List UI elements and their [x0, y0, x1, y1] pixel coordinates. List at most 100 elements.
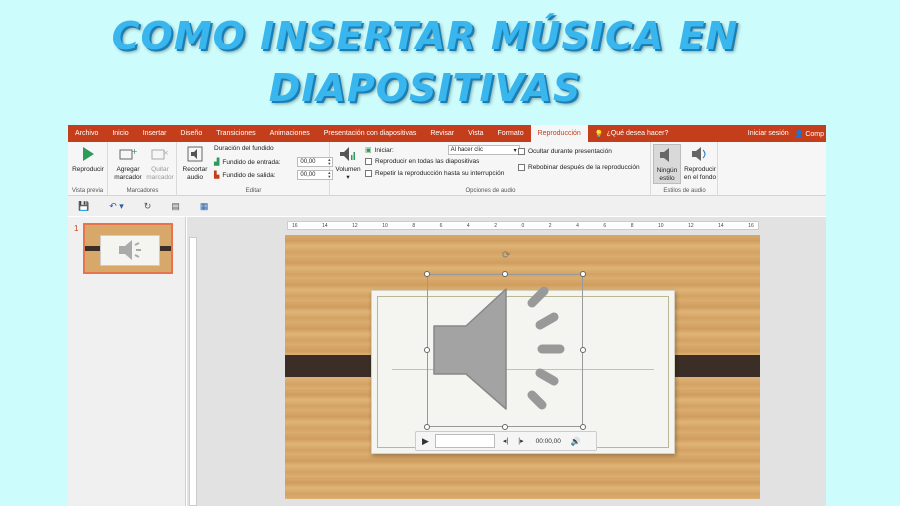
ruler-tick-label: 12 [352, 223, 358, 229]
add-bookmark-button[interactable]: + Agregar marcador [112, 144, 144, 182]
rewind-row: Rebobinar después de la reproducción [518, 164, 640, 171]
ruler-tick-label: 16 [748, 223, 754, 229]
no-style-label-2: estilo [659, 175, 675, 182]
background-audio-icon [690, 144, 710, 164]
trim-audio-button[interactable]: Recortar audio [179, 144, 211, 182]
play-in-background-button[interactable]: Reproducir en el fondo [683, 144, 717, 182]
tab-presentacion[interactable]: Presentación con diapositivas [317, 125, 424, 142]
volume-label: Volumen [335, 166, 361, 173]
remove-bookmark-icon: × [150, 144, 170, 164]
group-opciones-audio: Volumen ▾ ▣ Iniciar: Al hacer clic ▾ Repr… [331, 142, 651, 196]
ruler-tick-label: 10 [657, 223, 664, 229]
fade-in-row: ▟ Fundido de entrada: 00,00 ▲ ▼ [214, 157, 334, 167]
ruler-tick-label: 2 [548, 223, 552, 229]
resize-handle[interactable] [424, 424, 430, 430]
rewind-checkbox[interactable] [518, 164, 525, 171]
share-button[interactable]: 👤 Comp [795, 130, 824, 138]
account-area: Iniciar sesión 👤 Comp [748, 125, 826, 142]
no-style-button[interactable]: Ningún estilo [653, 144, 681, 184]
fade-in-icon: ▟ [214, 159, 220, 166]
tell-me-box[interactable]: 💡 ¿Qué desea hacer? [588, 125, 676, 142]
volume-button[interactable]: Volumen ▾ [333, 144, 363, 182]
svg-text:×: × [163, 149, 169, 157]
ruler-tick-label: 10 [382, 223, 388, 229]
ruler-tick-label: 4 [466, 223, 470, 229]
present-icon[interactable]: ▤ [171, 201, 180, 212]
resize-handle[interactable] [580, 424, 586, 430]
audio-player-bar: ▶ ◂| |▸ 00:00,00 🔊 [415, 431, 597, 451]
hide-checkbox[interactable] [518, 148, 525, 155]
resize-handle[interactable] [502, 271, 508, 277]
player-play-icon[interactable]: ▶ [422, 436, 429, 447]
resize-handle[interactable] [580, 271, 586, 277]
tab-animaciones[interactable]: Animaciones [263, 125, 317, 142]
add-bookmark-label-1: Agregar [116, 166, 140, 173]
tab-archivo[interactable]: Archivo [68, 125, 105, 142]
rewind-icon[interactable]: ◂| [503, 437, 508, 445]
rewind-label: Rebobinar después de la reproducción [528, 164, 640, 171]
resize-handle[interactable] [424, 347, 430, 353]
tab-insertar[interactable]: Insertar [136, 125, 174, 142]
group-label-opciones-audio: Opciones de audio [465, 188, 516, 194]
tab-diseno[interactable]: Diseño [173, 125, 209, 142]
ruler-tick-label: 8 [630, 223, 634, 229]
large-speaker-icon [433, 286, 565, 410]
start-select[interactable]: Al hacer clic ▾ [447, 145, 520, 155]
sign-in-link[interactable]: Iniciar sesión [748, 130, 789, 137]
right-dark-band [663, 355, 760, 377]
page-heading-line2: DIAPOSITIVAS [268, 66, 582, 110]
quick-access-toolbar: 💾 ↶ ▾ ↻ ▤ ▦ [68, 196, 826, 216]
no-style-label-1: Ningún [656, 167, 678, 174]
resize-handle[interactable] [502, 424, 508, 430]
audio-object-selection[interactable] [424, 271, 586, 430]
tab-transiciones[interactable]: Transiciones [209, 125, 262, 142]
fade-out-input[interactable]: 00,00 ▲ ▼ [297, 170, 334, 180]
player-volume-icon[interactable]: 🔊 [571, 437, 581, 446]
group-marcadores: + Agregar marcador × Quitar marcador Mar… [109, 142, 177, 196]
ribbon-reproduccion: Reproducir Vista previa + Agregar marcad… [68, 142, 826, 196]
tab-inicio[interactable]: Inicio [105, 125, 135, 142]
share-label: Comp [805, 130, 824, 138]
ruler-tick-label: 12 [688, 223, 694, 229]
trim-audio-icon [185, 144, 205, 164]
loop-checkbox[interactable] [365, 170, 372, 177]
resize-handle[interactable] [580, 347, 586, 353]
resize-handle[interactable] [424, 271, 430, 277]
background-label-2: en el fondo [683, 174, 717, 181]
fade-in-input[interactable]: 00,00 ▲ ▼ [297, 157, 334, 167]
background-label-1: Reproducir [684, 166, 716, 173]
tab-revisar[interactable]: Revisar [423, 125, 461, 142]
tell-me-text: ¿Qué desea hacer? [606, 130, 669, 137]
left-dark-band [285, 355, 381, 377]
player-progress-bar[interactable] [434, 434, 495, 448]
save-icon[interactable]: 💾 [78, 201, 89, 212]
redo-icon[interactable]: ↻ [144, 201, 152, 212]
fade-out-icon: ▙ [214, 172, 220, 179]
hide-row: Ocultar durante presentación [518, 148, 612, 155]
fade-out-row: ▙ Fundido de salida: 00,00 ▲ ▼ [214, 170, 334, 180]
remove-bookmark-button[interactable]: × Quitar marcador [144, 144, 176, 182]
ruler-tick-label: 8 [412, 223, 416, 229]
forward-icon[interactable]: |▸ [518, 437, 523, 445]
play-button[interactable]: Reproducir [70, 144, 106, 174]
person-icon: 👤 [794, 130, 804, 138]
fade-in-label: Fundido de entrada: [222, 158, 281, 166]
fade-in-value: 00,00 [300, 159, 316, 165]
slide-thumbnail-1[interactable] [83, 223, 173, 274]
slideshow-icon[interactable]: ▦ [200, 201, 209, 212]
rotate-handle-icon[interactable]: ⟳ [502, 251, 512, 261]
tab-formato[interactable]: Formato [491, 125, 531, 142]
group-label-marcadores: Marcadores [126, 188, 159, 194]
ruler-tick-label: 4 [576, 223, 579, 229]
slide-canvas[interactable]: ⟳ ▶ ◂| |▸ 00:00,00 🔊 [285, 235, 760, 499]
loop-row: Repetir la reproducción hasta su interru… [365, 170, 504, 177]
thumbnail-speaker-icon [119, 240, 141, 260]
slide-editor: 16 14 12 10 8 6 4 2 0 2 4 6 8 10 12 14 16 ⟳ [187, 217, 826, 506]
undo-icon[interactable]: ↶ ▾ [109, 201, 124, 212]
remove-bookmark-label-1: Quitar [151, 166, 169, 173]
play-label: Reproducir [72, 166, 104, 173]
ruler-tick-label: 0 [521, 223, 525, 229]
tab-vista[interactable]: Vista [461, 125, 490, 142]
tab-reproduccion[interactable]: Reproducción [530, 125, 588, 142]
play-all-checkbox[interactable] [365, 158, 372, 165]
